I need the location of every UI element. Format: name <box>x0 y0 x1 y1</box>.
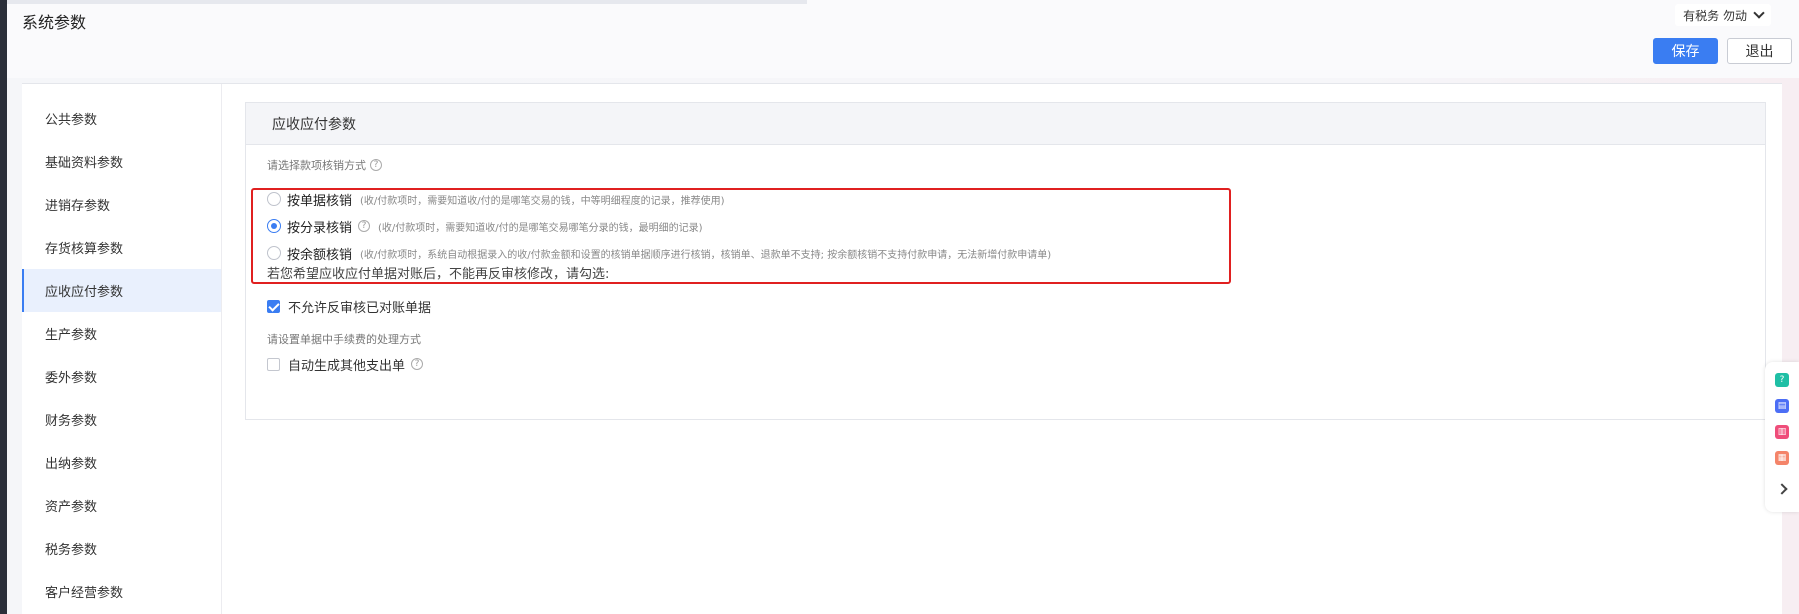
option-by-entry[interactable]: 按分录核销 ? (收/付款项时，需要知道收/付的是哪笔交易哪笔分录的钱，最明细的… <box>267 217 703 236</box>
tax-mode-dropdown[interactable]: 有税务 勿动 <box>1675 4 1771 26</box>
panel-title: 应收应付参数 <box>246 103 1765 145</box>
help-icon[interactable]: ? <box>358 220 371 232</box>
radio-desc-by-balance: (收/付款项时，系统自动根据录入的收/付款金额和设置的核销单据顺序进行核销，核销… <box>360 249 1052 261</box>
auto-expense-label: 自动生成其他支出单 <box>288 358 406 374</box>
sidebar-item-finance[interactable]: 财务参数 <box>22 398 221 441</box>
sidebar-item-tax[interactable]: 税务参数 <box>22 527 221 570</box>
auto-expense-option[interactable]: 自动生成其他支出单 ? <box>267 355 424 374</box>
radio-by-document[interactable] <box>267 192 281 206</box>
radio-by-entry[interactable] <box>267 219 281 233</box>
params-sidebar: 公共参数 基础资料参数 进销存参数 存货核算参数 应收应付参数 生产参数 委外参… <box>22 84 222 614</box>
help-icon[interactable]: ? <box>370 159 382 171</box>
chevron-down-icon <box>1753 7 1765 19</box>
write-off-method-label: 请选择款项核销方式 <box>267 159 366 172</box>
clipboard-icon[interactable]: ▥ <box>1775 425 1789 439</box>
option-by-document[interactable]: 按单据核销 (收/付款项时，需要知道收/付的是哪笔交易的钱，中等明细程度的记录，… <box>267 190 725 209</box>
header-divider <box>7 0 807 4</box>
radio-label-by-entry: 按分录核销 <box>287 220 353 236</box>
fee-handling-prompt: 请设置单据中手续费的处理方式 <box>267 333 421 346</box>
message-icon[interactable]: ▤ <box>1775 399 1789 413</box>
sidebar-item-assets[interactable]: 资产参数 <box>22 484 221 527</box>
radio-desc-by-document: (收/付款项时，需要知道收/付的是哪笔交易的钱，中等明细程度的记录，推荐使用) <box>360 195 725 207</box>
sidebar-item-cashier[interactable]: 出纳参数 <box>22 441 221 484</box>
sidebar-item-stock-accounting[interactable]: 存货核算参数 <box>22 226 221 269</box>
option-by-balance[interactable]: 按余额核销 (收/付款项时，系统自动根据录入的收/付款金额和设置的核销单据顺序进… <box>267 244 1052 263</box>
sidebar-item-production[interactable]: 生产参数 <box>22 312 221 355</box>
app-window: 系统参数 有税务 勿动 保存 退出 公共参数 基础资料参数 进销存参数 存货核算… <box>0 0 1799 614</box>
radio-label-by-document: 按单据核销 <box>287 193 353 209</box>
sidebar-item-inventory[interactable]: 进销存参数 <box>22 183 221 226</box>
auto-expense-checkbox[interactable] <box>267 357 280 371</box>
page-title: 系统参数 <box>22 13 87 32</box>
sidebar-item-common[interactable]: 公共参数 <box>22 97 221 140</box>
receivable-payable-panel: 应收应付参数 请选择款项核销方式 ? 按单据核销 (收/付款项时，需要知道收/付… <box>245 102 1766 420</box>
tax-mode-label: 有税务 勿动 <box>1683 8 1747 23</box>
no-unaudit-checkbox[interactable] <box>267 299 280 313</box>
sidebar-item-customer-ops[interactable]: 客户经营参数 <box>22 570 221 613</box>
help-icon[interactable]: ? <box>1775 373 1789 387</box>
no-unaudit-label: 不允许反审核已对账单据 <box>288 300 432 316</box>
save-button[interactable]: 保存 <box>1653 38 1718 64</box>
write-off-method-prompt: 请选择款项核销方式 ? <box>267 157 382 173</box>
help-icon[interactable]: ? <box>411 358 424 370</box>
reconcile-notice: 若您希望应收应付单据对账后，不能再反审核修改，请勾选: <box>267 267 610 282</box>
chevron-right-icon[interactable] <box>1776 483 1788 495</box>
radio-by-balance[interactable] <box>267 246 281 260</box>
left-nav-strip <box>0 0 7 614</box>
page-header: 系统参数 有税务 勿动 保存 退出 <box>7 0 1799 78</box>
floating-toolbar: ? ▤ ▥ ▦ <box>1765 362 1799 512</box>
sidebar-item-basic-data[interactable]: 基础资料参数 <box>22 140 221 183</box>
calendar-icon[interactable]: ▦ <box>1775 451 1789 465</box>
main-content: 公共参数 基础资料参数 进销存参数 存货核算参数 应收应付参数 生产参数 委外参… <box>22 83 1782 614</box>
no-unaudit-option[interactable]: 不允许反审核已对账单据 <box>267 297 432 316</box>
radio-desc-by-entry: (收/付款项时，需要知道收/付的是哪笔交易哪笔分录的钱，最明细的记录) <box>378 222 703 234</box>
radio-label-by-balance: 按余额核销 <box>287 247 353 263</box>
sidebar-item-receivable-payable[interactable]: 应收应付参数 <box>22 269 221 312</box>
sidebar-item-outsourcing[interactable]: 委外参数 <box>22 355 221 398</box>
exit-button[interactable]: 退出 <box>1727 38 1792 64</box>
